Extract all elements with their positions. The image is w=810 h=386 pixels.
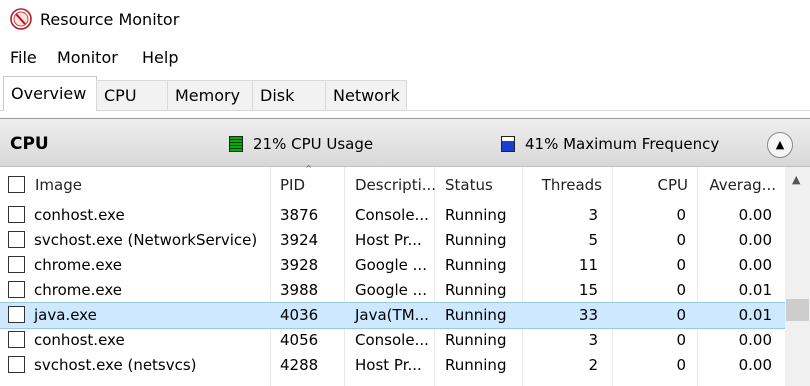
column-header-image[interactable]: Image — [35, 167, 82, 203]
table-row[interactable]: conhost.exe 3876 Console... Running 3 0 … — [0, 203, 785, 228]
cell-pid: 4288 — [280, 356, 319, 374]
cell-average-cpu: 0.01 — [738, 281, 772, 299]
row-checkbox[interactable] — [8, 331, 25, 348]
cell-average-cpu: 0.00 — [738, 231, 772, 249]
title-bar: Resource Monitor — [0, 0, 810, 42]
row-checkbox[interactable] — [8, 231, 25, 248]
cell-description: Google ... — [355, 256, 427, 274]
window-title: Resource Monitor — [40, 10, 180, 29]
cell-pid: 4036 — [280, 306, 319, 324]
table-row[interactable]: svchost.exe (NetworkService) 3924 Host P… — [0, 228, 785, 253]
cell-cpu: 0 — [676, 306, 686, 324]
column-header-average-cpu[interactable]: Averag... — [700, 167, 776, 203]
cell-image: chrome.exe — [34, 281, 122, 299]
cell-status: Running — [445, 256, 507, 274]
cell-image: svchost.exe (NetworkService) — [34, 231, 258, 249]
cell-status: Running — [445, 331, 507, 349]
cell-threads: 3 — [588, 331, 598, 349]
cpu-panel: CPU 21% CPU Usage 41% Maximum Frequency … — [0, 118, 810, 386]
chevron-up-icon: ▲ — [775, 138, 785, 151]
cell-pid: 4056 — [280, 331, 319, 349]
select-all-checkbox[interactable] — [8, 176, 25, 193]
vertical-scrollbar[interactable]: ▲ — [785, 167, 810, 386]
tab-cpu[interactable]: CPU — [96, 80, 168, 110]
cell-threads: 15 — [578, 281, 598, 299]
column-header-status[interactable]: Status — [445, 167, 493, 203]
table-row[interactable]: chrome.exe 3928 Google ... Running 11 0 … — [0, 253, 785, 278]
cell-status: Running — [445, 306, 507, 324]
cell-image: chrome.exe — [34, 256, 122, 274]
cell-threads: 11 — [578, 256, 598, 274]
cell-threads: 2 — [588, 356, 598, 374]
row-checkbox[interactable] — [8, 281, 25, 298]
row-checkbox[interactable] — [8, 256, 25, 273]
table-row[interactable]: conhost.exe 4056 Console... Running 3 0 … — [0, 328, 785, 353]
cell-pid: 3988 — [280, 281, 319, 299]
menu-file[interactable]: File — [10, 48, 37, 67]
scrollbar-thumb[interactable] — [786, 299, 809, 321]
column-header-pid[interactable]: PID — [280, 167, 305, 203]
cell-threads: 5 — [588, 231, 598, 249]
tab-memory[interactable]: Memory — [167, 80, 253, 110]
cpu-usage-text: 21% CPU Usage — [253, 135, 374, 153]
cell-description: Google ... — [355, 281, 427, 299]
cell-description: Host Pr... — [355, 231, 422, 249]
tab-strip: Overview CPU Memory Disk Network — [0, 76, 810, 111]
cell-status: Running — [445, 231, 507, 249]
cell-image: conhost.exe — [34, 331, 125, 349]
cell-pid: 3928 — [280, 256, 319, 274]
menu-help[interactable]: Help — [142, 48, 178, 67]
sort-ascending-icon: ⌃ — [304, 163, 314, 176]
cell-average-cpu: 0.00 — [738, 331, 772, 349]
row-checkbox[interactable] — [8, 356, 25, 373]
cell-cpu: 0 — [676, 231, 686, 249]
collapse-button[interactable]: ▲ — [767, 132, 793, 158]
menu-bar: File Monitor Help — [0, 44, 810, 72]
cell-pid: 3924 — [280, 231, 319, 249]
table-row-selected[interactable]: java.exe 4036 Java(TM... Running 33 0 0.… — [0, 302, 786, 329]
cell-description: Host Pr... — [355, 356, 422, 374]
cell-status: Running — [445, 281, 507, 299]
cell-cpu: 0 — [676, 356, 686, 374]
row-checkbox[interactable] — [8, 306, 25, 323]
cell-cpu: 0 — [676, 256, 686, 274]
cell-image: svchost.exe (netsvcs) — [34, 356, 197, 374]
cell-average-cpu: 0.01 — [738, 306, 772, 324]
cell-image: java.exe — [34, 306, 97, 324]
column-header-description[interactable]: Descripti... — [355, 167, 436, 203]
tab-disk[interactable]: Disk — [252, 80, 326, 110]
row-checkbox[interactable] — [8, 206, 25, 223]
column-header-cpu[interactable]: CPU — [620, 167, 689, 203]
cell-average-cpu: 0.00 — [738, 256, 772, 274]
cell-average-cpu: 0.00 — [738, 356, 772, 374]
cpu-panel-header[interactable]: CPU 21% CPU Usage 41% Maximum Frequency … — [0, 119, 810, 167]
cell-description: Java(TM... — [355, 306, 429, 324]
cell-pid: 3876 — [280, 206, 319, 224]
cell-status: Running — [445, 206, 507, 224]
tab-overview[interactable]: Overview — [3, 76, 97, 111]
table-row[interactable]: svchost.exe (netsvcs) 4288 Host Pr... Ru… — [0, 353, 785, 378]
scroll-up-icon[interactable]: ▲ — [792, 173, 800, 186]
tab-network[interactable]: Network — [325, 80, 407, 110]
cell-description: Console... — [355, 206, 429, 224]
cell-status: Running — [445, 356, 507, 374]
cell-threads: 3 — [588, 206, 598, 224]
cell-cpu: 0 — [676, 331, 686, 349]
cpu-panel-title: CPU — [10, 134, 49, 154]
resource-monitor-icon — [10, 8, 32, 30]
menu-monitor[interactable]: Monitor — [57, 48, 118, 67]
cell-average-cpu: 0.00 — [738, 206, 772, 224]
process-table: Image ⌃ PID Descripti... Status Threads … — [0, 163, 786, 386]
table-row[interactable]: chrome.exe 3988 Google ... Running 15 0 … — [0, 278, 785, 303]
cell-description: Console... — [355, 331, 429, 349]
cell-image: conhost.exe — [34, 206, 125, 224]
cpu-usage-icon — [229, 136, 243, 152]
max-frequency-icon — [501, 136, 515, 152]
cell-cpu: 0 — [676, 281, 686, 299]
max-frequency-text: 41% Maximum Frequency — [525, 135, 720, 153]
column-header-threads[interactable]: Threads — [530, 167, 602, 203]
cell-cpu: 0 — [676, 206, 686, 224]
table-header-row: Image ⌃ PID Descripti... Status Threads … — [0, 163, 785, 203]
cell-threads: 33 — [578, 306, 598, 324]
